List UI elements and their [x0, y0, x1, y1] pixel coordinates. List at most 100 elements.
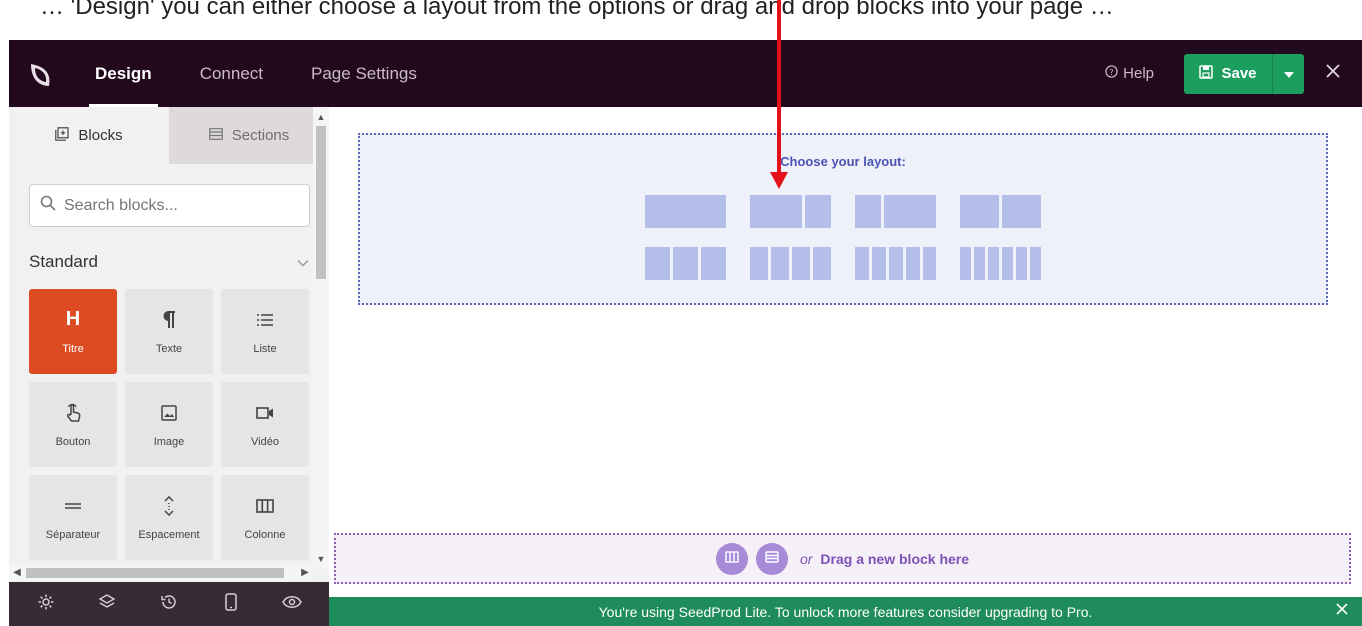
search-icon — [40, 195, 56, 216]
layout-option-3-col[interactable] — [645, 247, 726, 280]
scroll-right-arrow-icon[interactable]: ▶ — [297, 565, 313, 581]
mobile-preview-button[interactable] — [216, 589, 246, 619]
block-titre[interactable]: H Titre — [29, 289, 117, 374]
block-label: Séparateur — [45, 528, 101, 541]
standard-section-header[interactable]: Standard — [29, 251, 309, 273]
layout-row — [645, 195, 1041, 228]
history-button[interactable] — [154, 589, 184, 619]
scrollbar-thumb[interactable] — [316, 126, 326, 279]
annotation-arrow-head — [770, 172, 788, 189]
pointer-icon — [65, 402, 81, 424]
add-section-button[interactable] — [715, 542, 748, 575]
layout-option-6-col[interactable] — [960, 247, 1041, 280]
block-label: Titre — [62, 342, 84, 355]
sidebar: Blocks Sections Standard H — [9, 107, 329, 582]
divider-icon — [65, 495, 81, 517]
layout-option-4-col[interactable] — [750, 247, 831, 280]
top-actions: ? Help Save — [1105, 40, 1362, 107]
block-label: Texte — [155, 342, 183, 355]
sidebar-vertical-scrollbar[interactable]: ▲ ▼ — [313, 107, 329, 567]
sidebar-tabs: Blocks Sections — [9, 107, 329, 164]
scroll-left-arrow-icon[interactable]: ◀ — [9, 565, 25, 581]
drop-zone-or: or — [799, 550, 813, 567]
layout-option-5-col[interactable] — [855, 247, 936, 280]
columns-icon — [725, 550, 739, 568]
annotation-arrow — [777, 0, 781, 175]
image-icon — [161, 402, 177, 424]
save-button[interactable]: Save — [1184, 53, 1272, 94]
seedprod-logo-icon[interactable] — [9, 40, 71, 107]
save-options-button[interactable] — [1272, 53, 1304, 94]
upgrade-notice-bar: You're using SeedProd Lite. To unlock mo… — [329, 597, 1362, 626]
layers-icon — [98, 593, 116, 616]
video-icon — [256, 402, 274, 424]
layout-row — [645, 247, 1041, 280]
layout-option-2-3-1-3[interactable] — [750, 195, 831, 228]
top-bar: Design Connect Page Settings ? Help Save — [9, 40, 1362, 107]
layout-chooser-title: Choose your layout: — [780, 154, 906, 169]
dismiss-notice-close-icon[interactable] — [1336, 602, 1348, 620]
layout-option-2-col[interactable] — [960, 195, 1041, 228]
seedprod-editor: … 'Design' you can either choose a layou… — [0, 0, 1362, 626]
settings-icon — [37, 593, 55, 616]
tab-blocks[interactable]: Blocks — [9, 107, 169, 164]
block-drop-zone[interactable]: or Drag a new block here — [334, 533, 1351, 584]
close-icon — [1325, 63, 1341, 84]
block-label: Bouton — [55, 435, 91, 448]
block-label: Espacement — [138, 528, 200, 541]
tab-page-settings[interactable]: Page Settings — [287, 40, 441, 107]
standard-section-title: Standard — [29, 252, 98, 271]
sidebar-bottom-bar — [9, 582, 329, 626]
tab-sections[interactable]: Sections — [169, 107, 329, 164]
block-label: Colonne — [244, 528, 286, 541]
add-saved-section-button[interactable] — [755, 542, 788, 575]
blocks-icon — [55, 126, 70, 145]
scroll-up-arrow-icon[interactable]: ▲ — [313, 109, 329, 125]
block-label: Image — [153, 435, 185, 448]
block-texte[interactable]: Texte — [125, 289, 213, 374]
list-icon — [257, 309, 273, 331]
mobile-icon — [224, 592, 237, 616]
block-liste[interactable]: Liste — [221, 289, 309, 374]
tab-connect[interactable]: Connect — [176, 40, 287, 107]
sections-icon — [208, 127, 223, 144]
block-separateur[interactable]: Séparateur — [29, 475, 117, 560]
help-icon: ? — [1105, 65, 1118, 82]
upgrade-notice-text[interactable]: You're using SeedProd Lite. To unlock mo… — [599, 604, 1093, 620]
heading-icon: H — [65, 308, 81, 330]
help-link[interactable]: ? Help — [1105, 65, 1154, 82]
tab-design[interactable]: Design — [71, 40, 176, 107]
block-image[interactable]: Image — [125, 382, 213, 467]
block-colonne[interactable]: Colonne — [221, 475, 309, 560]
caret-down-icon — [1283, 65, 1294, 83]
layout-option-1-col[interactable] — [645, 195, 726, 228]
drop-zone-label: Drag a new block here — [820, 550, 970, 567]
scroll-down-arrow-icon[interactable]: ▼ — [313, 551, 329, 567]
layout-option-1-3-2-3[interactable] — [855, 195, 936, 228]
help-label: Help — [1123, 65, 1154, 82]
save-icon — [1199, 64, 1214, 83]
block-video[interactable]: Vidéo — [221, 382, 309, 467]
top-nav: Design Connect Page Settings — [71, 40, 441, 107]
preview-button[interactable] — [277, 589, 307, 619]
sidebar-horizontal-scrollbar[interactable]: ◀ ▶ — [9, 565, 313, 581]
tab-sections-label: Sections — [231, 127, 290, 144]
close-editor-button[interactable] — [1304, 40, 1362, 107]
sections-icon — [765, 550, 779, 568]
block-bouton[interactable]: Bouton — [29, 382, 117, 467]
page-canvas: Choose your layout: or Drag a new block … — [329, 107, 1362, 597]
history-icon — [160, 593, 178, 616]
paragraph-icon — [162, 309, 176, 331]
tab-blocks-label: Blocks — [78, 127, 123, 144]
block-label: Vidéo — [251, 435, 279, 448]
settings-button[interactable] — [31, 589, 61, 619]
blocks-grid: H Titre Texte Liste Bouton Image Vidéo S… — [29, 289, 311, 560]
save-label: Save — [1221, 65, 1257, 82]
preview-icon — [282, 595, 303, 614]
caption-text: … 'Design' you can either choose a layou… — [40, 0, 1114, 20]
layers-button[interactable] — [92, 589, 122, 619]
search-blocks-field[interactable] — [29, 184, 310, 227]
block-espacement[interactable]: Espacement — [125, 475, 213, 560]
search-blocks-input[interactable] — [64, 196, 304, 215]
scrollbar-thumb[interactable] — [26, 568, 284, 578]
